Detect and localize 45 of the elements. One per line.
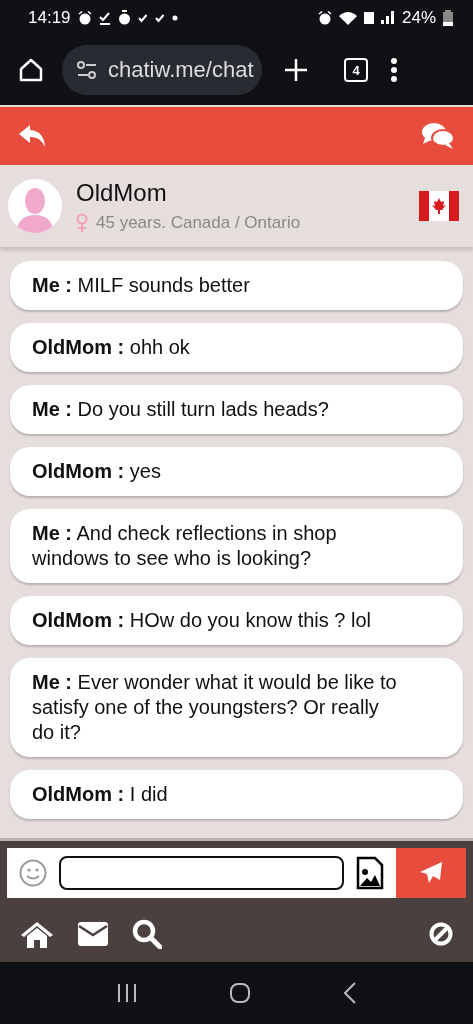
check-icon (154, 12, 165, 23)
profile-name: OldMom (76, 179, 168, 207)
chat-message: Me : MILF sounds better (10, 261, 463, 310)
chat-message: Me : Do you still turn lads heads? (10, 385, 463, 434)
mail-icon[interactable] (78, 921, 108, 946)
recents-icon[interactable] (115, 983, 138, 1003)
message-input[interactable] (59, 856, 344, 890)
avatar (8, 179, 62, 233)
chat-message: OldMom : I did (10, 770, 463, 819)
back-icon[interactable] (18, 123, 48, 149)
chat-message: OldMom : HOw do you know this ? lol (10, 596, 463, 645)
chat-message: OldMom : ohh ok (10, 323, 463, 372)
check-icon (137, 12, 148, 23)
home-button-icon[interactable] (229, 982, 252, 1004)
dot-icon (171, 14, 178, 21)
wifi-icon (338, 10, 357, 25)
alarm-icon (77, 10, 92, 25)
search-icon[interactable] (132, 918, 162, 949)
profile-details: 45 years. Canada / Ontario (96, 213, 301, 233)
chat-message: Me : And check reflections in shop windows to see who is looking? (10, 509, 463, 583)
download-done-icon (98, 10, 111, 25)
flag-icon (419, 191, 459, 221)
stopwatch-icon (117, 10, 131, 25)
battery-level: 24% (401, 7, 436, 28)
chat-icon[interactable] (421, 122, 455, 150)
image-file-icon[interactable] (356, 856, 384, 890)
signal-icon (380, 11, 395, 24)
battery-icon (443, 9, 453, 26)
address-bar[interactable]: chatiw.me/chat (62, 45, 262, 95)
tab-count-button[interactable]: 4 (344, 58, 368, 82)
new-tab-icon[interactable] (284, 58, 308, 82)
status-time: 14:19 (28, 7, 71, 28)
chat-message: Me : Ever wonder what it would be like to satisfy one of the youngsters? Or really do it? (10, 658, 463, 757)
block-icon[interactable] (429, 921, 453, 946)
alarm-icon (317, 10, 332, 25)
home-icon[interactable] (18, 57, 44, 83)
home-icon[interactable] (20, 919, 54, 948)
female-icon (76, 213, 88, 233)
send-button[interactable] (396, 848, 466, 898)
site-settings-icon[interactable] (76, 60, 98, 80)
chat-message: OldMom : yes (10, 447, 463, 496)
more-icon[interactable] (390, 58, 398, 82)
back-nav-icon[interactable] (343, 982, 358, 1004)
send-icon (419, 861, 443, 885)
emoji-icon[interactable] (19, 859, 47, 887)
